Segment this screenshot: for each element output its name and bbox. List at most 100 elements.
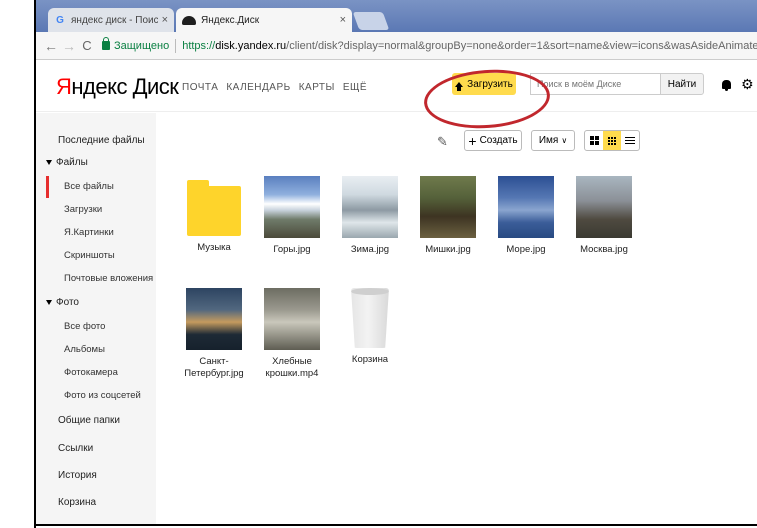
sidebar-item-all-files[interactable]: Все файлы <box>64 181 114 192</box>
sidebar-item-shared-folders[interactable]: Общие папки <box>58 415 120 426</box>
url-path: /client/disk?display=normal&groupBy=none… <box>286 39 757 52</box>
services-nav: ПОЧТА КАЛЕНДАРЬ КАРТЫ ЕЩЁ <box>182 82 367 93</box>
sort-label: Имя <box>538 135 559 146</box>
sidebar-item-all-photos[interactable]: Все фото <box>64 321 105 332</box>
sidebar-item-recent[interactable]: Последние файлы <box>58 135 145 146</box>
video-thumbnail <box>264 288 320 350</box>
sidebar-item-albums[interactable]: Альбомы <box>64 344 105 355</box>
tab-yandex-disk[interactable]: Яндекс.Диск × <box>176 8 352 32</box>
image-thumbnail <box>498 176 554 238</box>
file-item[interactable]: Хлебные крошки.mp4 <box>257 288 327 380</box>
file-item[interactable]: Москва.jpg <box>569 176 639 256</box>
yandex-disk-icon <box>182 15 196 25</box>
create-button[interactable]: + Создать <box>464 130 522 151</box>
gear-icon[interactable]: ⚙ <box>741 76 754 93</box>
file-item[interactable]: Музыка <box>179 176 249 254</box>
file-name: Музыка <box>197 242 231 253</box>
nav-mail[interactable]: ПОЧТА <box>182 82 218 93</box>
sidebar-item-camera[interactable]: Фотокамера <box>64 367 118 378</box>
chevron-down-icon: ∨ <box>561 136 568 145</box>
url-scheme: https:// <box>182 39 216 52</box>
file-name: Москва.jpg <box>580 244 628 255</box>
trash-icon <box>351 288 389 348</box>
sidebar-section-photo[interactable]: Фото <box>46 297 79 308</box>
file-name: Хлебные крошки.mp4 <box>265 356 319 379</box>
sidebar-item-downloads[interactable]: Загрузки <box>64 204 102 215</box>
image-thumbnail <box>342 176 398 238</box>
image-thumbnail <box>420 176 476 238</box>
url-field[interactable]: https://disk.yandex.ru/client/disk?displ… <box>182 40 757 52</box>
file-item[interactable]: Корзина <box>335 288 405 366</box>
image-thumbnail <box>186 288 242 350</box>
sidebar-item-social-photos[interactable]: Фото из соцсетей <box>64 390 141 401</box>
caret-down-icon <box>46 159 52 165</box>
forward-button[interactable]: → <box>60 38 78 54</box>
file-item[interactable]: Мишки.jpg <box>413 176 483 256</box>
large-grid-icon <box>589 136 599 145</box>
app-header: Яндекс Диск ПОЧТА КАЛЕНДАРЬ КАРТЫ ЕЩЁ За… <box>36 60 757 112</box>
logo-letter: Я <box>56 74 72 99</box>
bell-icon[interactable] <box>722 80 731 91</box>
caret-down-icon <box>46 299 52 305</box>
search-input[interactable] <box>530 73 660 95</box>
yandex-disk-logo[interactable]: Яндекс Диск <box>56 74 179 100</box>
sidebar-item-trash[interactable]: Корзина <box>58 497 96 508</box>
file-item[interactable]: Горы.jpg <box>257 176 327 256</box>
sidebar-item-history[interactable]: История <box>58 470 97 481</box>
active-indicator <box>46 176 49 198</box>
file-name: Корзина <box>351 354 389 365</box>
file-item[interactable]: Зима.jpg <box>335 176 405 256</box>
create-label: Создать <box>479 135 518 146</box>
plus-icon: + <box>468 132 477 149</box>
view-large-icons-button[interactable] <box>585 131 603 150</box>
file-name: Зима.jpg <box>350 244 390 255</box>
image-thumbnail <box>576 176 632 238</box>
file-item[interactable]: Море.jpg <box>491 176 561 256</box>
small-grid-icon <box>608 136 616 145</box>
file-name: Горы.jpg <box>273 244 311 255</box>
file-name: Море.jpg <box>506 244 546 255</box>
nav-calendar[interactable]: КАЛЕНДАРЬ <box>226 82 290 93</box>
secure-label: Защищено <box>114 39 170 52</box>
clean-icon[interactable]: ✎ <box>437 134 448 150</box>
lock-icon <box>102 37 110 50</box>
address-bar: ← → C Защищено https://disk.yandex.ru/cl… <box>36 32 757 60</box>
sort-dropdown[interactable]: Имя ∨ <box>531 130 575 151</box>
upload-button[interactable]: Загрузить <box>452 73 516 95</box>
tab-title: Яндекс.Диск <box>201 14 260 26</box>
file-name: Санкт-Петербург.jpg <box>184 356 244 379</box>
frame-bottom-border <box>34 524 757 526</box>
url-separator <box>175 38 177 53</box>
search-button[interactable]: Найти <box>660 73 704 95</box>
sidebar-item-ya-pictures[interactable]: Я.Картинки <box>64 227 114 238</box>
view-small-icons-button[interactable] <box>603 131 621 150</box>
section-label: Фото <box>56 297 79 308</box>
folder-icon <box>187 180 241 236</box>
close-icon[interactable]: × <box>162 14 168 26</box>
google-icon: G <box>56 14 64 26</box>
reload-button[interactable]: C <box>78 38 96 53</box>
sidebar-item-screenshots[interactable]: Скриншоты <box>64 250 115 261</box>
image-thumbnail <box>264 176 320 238</box>
sidebar-item-mail-attachments[interactable]: Почтовые вложения <box>64 273 153 284</box>
sidebar: Последние файлы Файлы Все файлы Загрузки… <box>36 113 156 524</box>
tab-google-search[interactable]: G яндекс диск - Поиск в G × <box>48 8 174 32</box>
browser-tab-bar: G яндекс диск - Поиск в G × Яндекс.Диск … <box>36 0 757 32</box>
secure-indicator[interactable]: Защищено <box>102 37 170 52</box>
logo-yandex: ндекс <box>71 74 127 99</box>
tab-title: яндекс диск - Поиск в G <box>71 14 158 26</box>
view-list-button[interactable] <box>621 131 639 150</box>
back-button[interactable]: ← <box>42 38 60 54</box>
new-tab-button[interactable] <box>352 12 390 30</box>
nav-maps[interactable]: КАРТЫ <box>299 82 335 93</box>
file-item[interactable]: Санкт-Петербург.jpg <box>179 288 249 380</box>
upload-arrow-icon <box>455 81 464 91</box>
upload-label: Загрузить <box>467 78 513 90</box>
close-icon[interactable]: × <box>340 14 346 26</box>
url-host: disk.yandex.ru <box>215 39 287 52</box>
sidebar-section-files[interactable]: Файлы <box>46 157 88 168</box>
nav-more[interactable]: ЕЩЁ <box>343 82 367 93</box>
section-label: Файлы <box>56 157 88 168</box>
list-icon <box>625 137 635 144</box>
sidebar-item-links[interactable]: Ссылки <box>58 443 93 454</box>
